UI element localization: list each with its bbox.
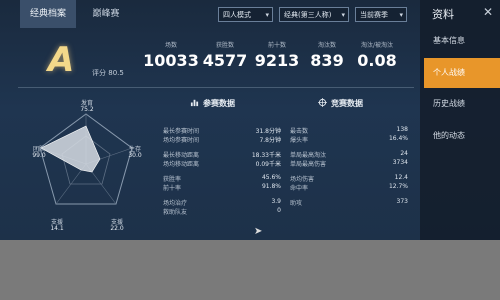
- stat-row-value: 31.8分钟: [255, 128, 281, 135]
- stat-row-value: 12.4: [394, 174, 408, 181]
- stat-row-label: 助攻: [290, 200, 303, 207]
- perspective-dropdown[interactable]: 经典(第三人称) ▾: [279, 7, 349, 22]
- stat-row: 单局最高淘汰 24: [290, 150, 408, 159]
- stat-row-label: 前十率: [163, 185, 182, 192]
- bar-chart-icon: [190, 99, 199, 107]
- mode-dropdown-label: 四人模式: [223, 11, 251, 19]
- stat-label: 淘汰/被淘汰: [360, 42, 394, 49]
- radar-value-right: 30.0: [128, 152, 142, 159]
- radar-chart: 发育 75.2 生存 30.0 支援 22.0 支援 14.1 团队 99.0: [20, 92, 152, 238]
- stat-row-value: 91.8%: [261, 183, 281, 190]
- stat-row: 单局最高伤害 3734: [290, 159, 408, 168]
- stat-row-label: 单局最高伤害: [290, 161, 327, 168]
- stat-row-value: 18.33千米: [251, 152, 281, 159]
- participation-stats-list: 最长参赛时间 31.8分钟 场均参赛时间 7.8分钟 最长移动距离 18.33千米 场均移动…: [163, 126, 281, 216]
- stat-row: 场均参赛时间 7.8分钟: [163, 135, 281, 144]
- sidebar-item-history-record[interactable]: 历史战绩: [424, 89, 500, 119]
- stat-row-label: 场均伤害: [290, 176, 315, 183]
- radar-value-bottom-right: 22.0: [110, 225, 124, 232]
- stat-row-value: 45.6%: [261, 174, 281, 181]
- stat-row: 最击数 138: [290, 126, 408, 135]
- stat-row-label: 场均参赛时间: [163, 137, 200, 144]
- sidebar-item-basic-info[interactable]: 基本信息: [424, 26, 500, 56]
- stat-row-value: 373: [396, 198, 408, 205]
- radar-value-top: 75.2: [80, 106, 94, 113]
- stat-kd: 淘汰/被淘汰 0.08: [346, 40, 408, 70]
- participation-title-text: 参赛数据: [203, 99, 235, 108]
- mode-dropdown[interactable]: 四人模式 ▾: [218, 7, 273, 22]
- perspective-dropdown-label: 经典(第三人称): [284, 11, 332, 19]
- competition-stats-list: 最击数 138 爆头率 16.4% 单局最高淘汰 24 单局最高伤害 3734 场均伤害 12.4…: [290, 126, 408, 207]
- stat-row-label: 命中率: [290, 185, 309, 192]
- stat-row-value: 0.09千米: [255, 161, 281, 168]
- sidebar-title: 资料: [432, 8, 454, 21]
- stat-row-label: 最长参赛时间: [163, 128, 200, 135]
- stat-row: 爆头率 16.4%: [290, 135, 408, 144]
- season-dropdown[interactable]: 当前赛季 ▾: [355, 7, 407, 22]
- grade-letter: A: [48, 40, 75, 80]
- divider: [18, 87, 414, 88]
- stat-row-label: 最击数: [290, 128, 309, 135]
- competition-title-text: 竞赛数据: [331, 99, 363, 108]
- sidebar-item-personal-record[interactable]: 个人战绩: [424, 58, 500, 88]
- chevron-down-icon: ▾: [265, 11, 269, 19]
- grade-score: 评分 80.5: [92, 68, 124, 78]
- competition-section-title: 竞赛数据: [318, 98, 363, 109]
- stat-matches: 场数 10033: [140, 40, 202, 70]
- stat-value: 10033: [143, 51, 199, 70]
- stat-row: 救助队友 0: [163, 207, 281, 216]
- stat-row-label: 获胜率: [163, 176, 182, 183]
- chevron-down-icon: ▾: [399, 11, 403, 19]
- radar-value-left: 99.0: [32, 152, 46, 159]
- radar-value-bottom-left: 14.1: [50, 225, 64, 232]
- stat-row: 场均伤害 12.4: [290, 174, 408, 183]
- stat-row-value: 3734: [392, 159, 408, 166]
- stat-row: 命中率 12.7%: [290, 183, 408, 192]
- stat-row-value: 7.8分钟: [259, 137, 281, 144]
- score-value: 80.5: [108, 69, 124, 77]
- close-icon[interactable]: ✕: [483, 5, 493, 19]
- stat-row-label: 最长移动距离: [163, 152, 200, 159]
- stat-row: 场均移动距离 0.09千米: [163, 159, 281, 168]
- stat-row-value: 0: [277, 207, 281, 214]
- stat-row: 获胜率 45.6%: [163, 174, 281, 183]
- chevron-down-icon: ▾: [341, 11, 345, 19]
- stat-row-value: 24: [400, 150, 408, 157]
- stat-row-value: 3.9: [271, 198, 281, 205]
- tab-classic-profile[interactable]: 经典档案: [20, 0, 76, 28]
- crosshair-icon: [318, 98, 327, 107]
- stat-row: 助攻 373: [290, 198, 408, 207]
- stat-row: 场均治疗 3.9: [163, 198, 281, 207]
- season-dropdown-label: 当前赛季: [360, 11, 388, 19]
- tab-peak-match[interactable]: 巅峰赛: [82, 0, 130, 28]
- stat-row-label: 场均治疗: [163, 200, 188, 207]
- radar-svg: [39, 113, 133, 205]
- profile-sidebar: 资料 ✕ 基本信息 个人战绩 历史战绩 他的动态: [420, 0, 500, 240]
- stat-value: 0.08: [357, 51, 397, 70]
- stat-row: 最长参赛时间 31.8分钟: [163, 126, 281, 135]
- stat-row-label: 场均移动距离: [163, 161, 200, 168]
- stat-row: 前十率 91.8%: [163, 183, 281, 192]
- stat-label: 场数: [164, 42, 177, 49]
- stat-row-label: 爆头率: [290, 137, 309, 144]
- top-bar: 经典档案 巅峰赛 四人模式 ▾ 经典(第三人称) ▾ 当前赛季 ▾: [0, 0, 420, 30]
- participation-section-title: 参赛数据: [190, 98, 235, 109]
- stat-row-value: 138: [396, 126, 408, 133]
- stat-row: 最长移动距离 18.33千米: [163, 150, 281, 159]
- stat-row-value: 16.4%: [388, 135, 408, 142]
- stat-row-value: 12.7%: [388, 183, 408, 190]
- cursor-icon: ➤: [254, 226, 263, 237]
- score-label: 评分: [92, 69, 106, 77]
- stat-row-label: 救助队友: [163, 209, 188, 216]
- stat-row-label: 单局最高淘汰: [290, 152, 327, 159]
- game-screen: 经典档案 巅峰赛 四人模式 ▾ 经典(第三人称) ▾ 当前赛季 ▾ A 评分 8…: [0, 0, 500, 240]
- sidebar-item-activity[interactable]: 他的动态: [424, 121, 500, 151]
